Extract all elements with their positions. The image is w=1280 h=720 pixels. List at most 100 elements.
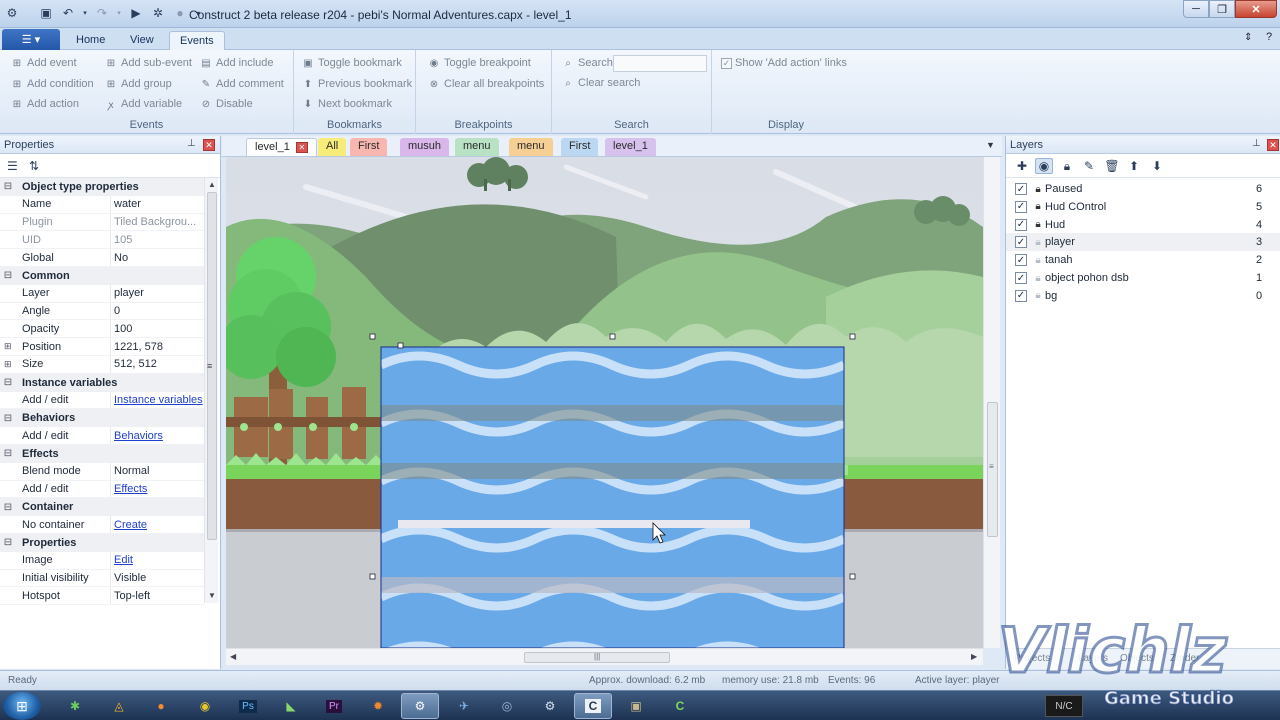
property-link[interactable]: Behaviors bbox=[110, 427, 204, 444]
property-value[interactable]: No bbox=[110, 249, 204, 266]
layer-row[interactable]: ✓ 🔒︎ object pohon dsb 1 bbox=[1006, 269, 1280, 287]
add-action-button[interactable]: ⊞ Add action bbox=[10, 98, 79, 110]
run-layout-icon[interactable]: ▶ bbox=[128, 5, 144, 21]
move-up-icon[interactable]: ⬆ bbox=[1125, 158, 1143, 174]
doc-tab[interactable]: First bbox=[350, 138, 388, 156]
delete-icon[interactable]: 🗑︎ bbox=[1103, 158, 1121, 174]
collapse-icon[interactable]: ⊟ bbox=[0, 181, 16, 192]
debug-icon[interactable]: ✲ bbox=[150, 5, 166, 21]
taskbar-construct[interactable]: C bbox=[574, 693, 612, 719]
collapse-icon[interactable]: ⊟ bbox=[0, 448, 16, 459]
toggle-breakpoint-button[interactable]: ◉ Toggle breakpoint bbox=[427, 57, 531, 69]
property-value[interactable]: player bbox=[110, 284, 204, 302]
doc-tab[interactable]: All bbox=[318, 138, 347, 156]
edit-icon[interactable]: ✎ bbox=[1080, 158, 1098, 174]
expand-icon[interactable]: ⊞ bbox=[4, 359, 12, 370]
tab-events[interactable]: Events bbox=[169, 31, 225, 50]
doc-tab[interactable]: level_1 ✕ bbox=[246, 138, 317, 156]
tab-projects[interactable]: Projects bbox=[1014, 653, 1050, 664]
preview-icon[interactable]: ● bbox=[172, 5, 188, 21]
visibility-checkbox[interactable]: ✓ bbox=[1015, 200, 1027, 213]
previous-bookmark-button[interactable]: ⬆ Previous bookmark bbox=[301, 78, 412, 90]
property-category[interactable]: ⊟ Behaviors bbox=[0, 409, 204, 428]
clear-search-button[interactable]: ⌕ Clear search bbox=[561, 77, 640, 89]
property-row[interactable]: Global No bbox=[0, 249, 204, 267]
property-category[interactable]: ⊟ Object type properties bbox=[0, 178, 204, 196]
doc-tab[interactable]: menu bbox=[455, 138, 499, 156]
help-icon[interactable]: ? bbox=[1266, 31, 1272, 43]
tab-view[interactable]: View bbox=[120, 31, 164, 50]
start-button[interactable]: ⊞ bbox=[3, 692, 41, 720]
layer-row[interactable]: ✓ 🔒︎ Hud COntrol 5 bbox=[1006, 198, 1280, 216]
property-row[interactable]: No container Create bbox=[0, 516, 204, 534]
property-row[interactable]: Add / edit Behaviors bbox=[0, 427, 204, 445]
doc-tab[interactable]: musuh bbox=[400, 138, 450, 156]
taskbar-premiere[interactable]: Pr bbox=[315, 693, 353, 719]
canvas-horizontal-scrollbar[interactable]: ◀ ||| ▶ bbox=[226, 648, 983, 665]
categorized-icon[interactable]: ☰ bbox=[7, 159, 18, 173]
property-link[interactable]: Effects bbox=[110, 480, 204, 498]
add-condition-button[interactable]: ⊞ Add condition bbox=[10, 78, 94, 90]
visibility-checkbox[interactable]: ✓ bbox=[1015, 254, 1027, 267]
property-row[interactable]: Angle 0 bbox=[0, 302, 204, 321]
tab-list-dropdown-icon[interactable]: ▼ bbox=[986, 140, 995, 150]
collapse-icon[interactable]: ⊟ bbox=[0, 270, 16, 281]
visibility-checkbox[interactable]: ✓ bbox=[1015, 218, 1027, 231]
property-value[interactable]: 100 bbox=[110, 320, 204, 338]
taskbar-app-6[interactable]: ◣ bbox=[272, 693, 310, 719]
taskbar-construct-settings[interactable]: ⚙ bbox=[401, 693, 439, 719]
property-row[interactable]: Hotspot Top-left bbox=[0, 587, 204, 606]
property-value[interactable]: Normal bbox=[110, 462, 204, 480]
collapse-icon[interactable]: ⊟ bbox=[0, 537, 16, 548]
property-link[interactable]: Create bbox=[110, 516, 204, 533]
property-value[interactable]: 1221, 578 bbox=[110, 338, 204, 355]
canvas-vertical-scrollbar[interactable]: ≡ bbox=[983, 157, 1000, 648]
close-panel-icon[interactable]: ✕ bbox=[1267, 139, 1279, 151]
clear-breakpoints-button[interactable]: ⊗ Clear all breakpoints bbox=[427, 78, 544, 90]
maximize-button[interactable]: ❐ bbox=[1209, 0, 1235, 18]
property-category[interactable]: ⊟ Container bbox=[0, 498, 204, 517]
redo-icon[interactable]: ↷ bbox=[94, 5, 110, 21]
pin-icon[interactable]: ⊥ bbox=[1252, 138, 1261, 149]
taskbar-app-11[interactable]: ◎ bbox=[488, 693, 526, 719]
taskbar-app-14[interactable]: ▣ bbox=[617, 693, 655, 719]
search-input[interactable] bbox=[613, 55, 707, 72]
scroll-down-icon[interactable]: ▼ bbox=[208, 591, 216, 600]
doc-tab[interactable]: menu bbox=[509, 138, 553, 156]
property-row[interactable]: Initial visibility Visible bbox=[0, 569, 204, 588]
pin-icon[interactable]: ⊥ bbox=[187, 138, 196, 149]
add-include-button[interactable]: ▤ Add include bbox=[199, 57, 273, 69]
close-panel-icon[interactable]: ✕ bbox=[203, 139, 215, 151]
visibility-checkbox[interactable]: ✓ bbox=[1015, 272, 1027, 284]
sort-alpha-icon[interactable]: ⇅ bbox=[29, 159, 39, 173]
property-value[interactable]: Top-left bbox=[110, 587, 204, 605]
layer-row[interactable]: ✓ 🔒︎ bg 0 bbox=[1006, 287, 1280, 305]
property-link[interactable]: Edit bbox=[110, 551, 204, 569]
disable-button[interactable]: ⊘ Disable bbox=[199, 98, 253, 110]
redo-dropdown-icon[interactable]: ▾ bbox=[116, 5, 122, 21]
add-event-button[interactable]: ⊞ Add event bbox=[10, 57, 77, 69]
layer-row[interactable]: ✓ 🔒︎ Paused 6 bbox=[1006, 180, 1280, 198]
undo-dropdown-icon[interactable]: ▾ bbox=[82, 5, 88, 21]
application-menu-button[interactable]: ☰ ▾ bbox=[2, 29, 60, 50]
layer-row[interactable]: ✓ 🔒︎ player 3 bbox=[1006, 233, 1280, 252]
locked-icon[interactable]: 🔒︎ bbox=[1032, 201, 1044, 213]
doc-tab[interactable]: level_1 bbox=[605, 138, 656, 156]
move-down-icon[interactable]: ⬇ bbox=[1148, 158, 1166, 174]
add-variable-button[interactable]: ꭗ Add variable bbox=[104, 98, 182, 111]
property-row[interactable]: Add / edit Instance variables bbox=[0, 391, 204, 410]
taskbar-app-8[interactable]: ✹ bbox=[359, 693, 397, 719]
show-add-action-links-toggle[interactable]: ✓ Show 'Add action' links bbox=[721, 57, 847, 69]
taskbar-steam[interactable]: ⚙ bbox=[531, 693, 569, 719]
layer-row[interactable]: ✓ 🔒︎ Hud 4 bbox=[1006, 216, 1280, 234]
undo-icon[interactable]: ↶ bbox=[60, 5, 76, 21]
property-row[interactable]: Image Edit bbox=[0, 551, 204, 570]
close-button[interactable]: ✕ bbox=[1235, 0, 1277, 18]
add-sub-event-button[interactable]: ⊞ Add sub-event bbox=[104, 57, 192, 69]
tab-objects[interactable]: Objects bbox=[1120, 653, 1154, 664]
taskbar-photoshop[interactable]: Ps bbox=[229, 693, 267, 719]
property-category[interactable]: ⊟ Effects bbox=[0, 444, 204, 463]
ribbon-collapse-icon[interactable]: ⇕ bbox=[1244, 32, 1252, 43]
unlocked-icon[interactable]: 🔒︎ bbox=[1032, 290, 1044, 302]
unlocked-icon[interactable]: 🔒︎ bbox=[1032, 272, 1044, 284]
